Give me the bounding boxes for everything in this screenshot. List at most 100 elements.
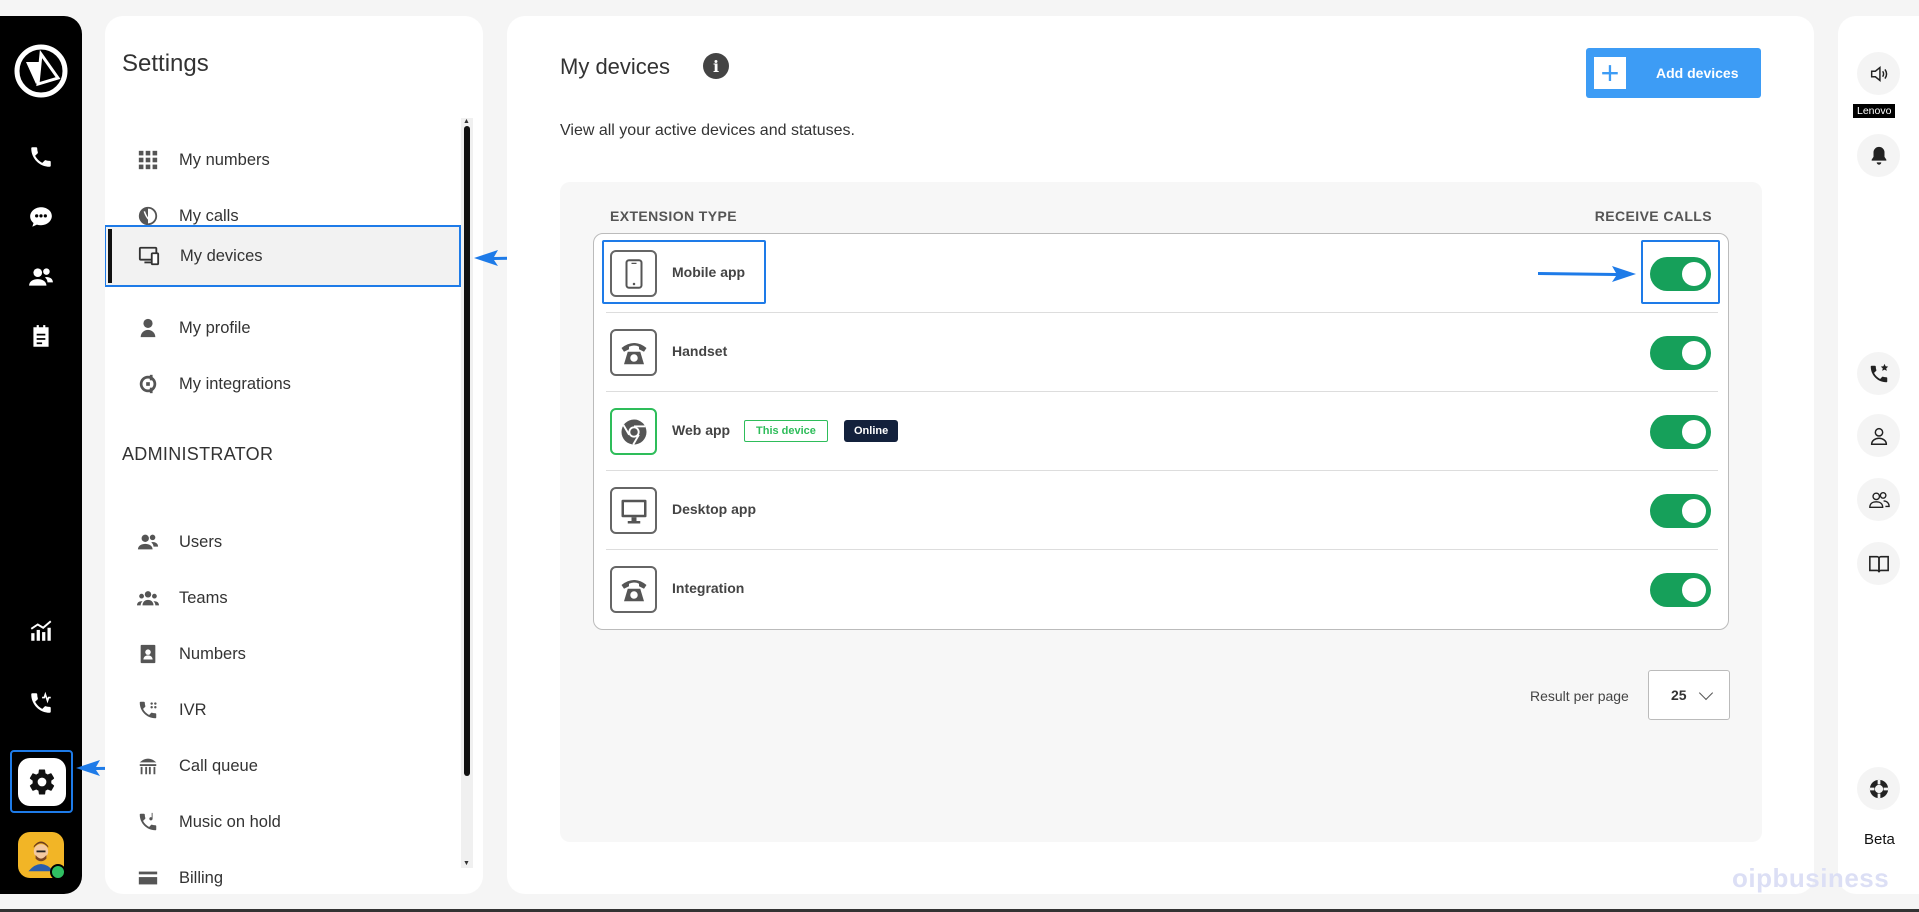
info-icon[interactable]: i <box>703 53 729 79</box>
nav-item-label: IVR <box>179 700 207 719</box>
column-header-receive-calls: RECEIVE CALLS <box>1594 208 1712 224</box>
plus-icon: + <box>1594 57 1626 89</box>
nav-item-my-numbers[interactable]: My numbers <box>105 129 461 191</box>
results-per-page-label: Result per page <box>1530 688 1629 704</box>
device-name: Desktop app <box>672 501 757 517</box>
support-lifebuoy-icon[interactable] <box>1857 767 1900 810</box>
nav-item-call-queue[interactable]: Call queue <box>105 735 461 797</box>
nav-item-billing[interactable]: Billing <box>105 847 461 894</box>
device-name-label: Lenovo <box>1853 104 1896 118</box>
nav-item-teams[interactable]: Teams <box>105 567 461 629</box>
handset-icon <box>610 566 657 613</box>
device-name: Web app <box>672 422 731 438</box>
chrome-icon <box>610 408 657 455</box>
nav-item-label: Users <box>179 532 223 551</box>
call-activity-icon[interactable] <box>26 688 56 718</box>
contacts-icon[interactable] <box>26 262 56 292</box>
admin-section-title: ADMINISTRATOR <box>122 444 274 464</box>
desktop-icon <box>610 487 657 534</box>
nav-item-label: Music on hold <box>179 812 281 831</box>
device-name: Mobile app <box>672 264 746 280</box>
add-devices-button[interactable]: + Add devices <box>1586 48 1761 98</box>
online-status-badge: Online <box>844 420 899 442</box>
nav-item-label: My numbers <box>179 150 270 169</box>
receive-calls-toggle-mobile-app[interactable] <box>1650 257 1711 291</box>
analytics-icon[interactable] <box>26 616 56 646</box>
handset-icon <box>610 329 657 376</box>
nav-item-label: My profile <box>179 318 251 337</box>
contact-book-icon <box>135 641 161 667</box>
device-row-integration: Integration <box>606 550 1718 629</box>
chat-icon[interactable] <box>26 202 56 232</box>
grid-icon <box>135 147 161 173</box>
device-name: Integration <box>672 580 745 596</box>
devices-main-panel: My devices i View all your active device… <box>507 16 1814 894</box>
nav-item-my-devices[interactable]: My devices <box>105 225 461 287</box>
music-hold-icon <box>135 809 161 835</box>
devices-icon <box>136 243 162 269</box>
call-favorite-icon[interactable] <box>1857 352 1900 395</box>
scroll-up-arrow[interactable]: ▲ <box>463 118 470 126</box>
mobile-phone-icon <box>610 250 657 297</box>
device-row-desktop-app: Desktop app <box>606 471 1718 550</box>
nav-item-music-on-hold[interactable]: Music on hold <box>105 791 461 853</box>
users-icon <box>135 529 161 555</box>
nav-item-label: Numbers <box>179 644 246 663</box>
nav-item-label: My integrations <box>179 374 291 393</box>
teams-icon <box>135 585 161 611</box>
results-per-page-value: 25 <box>1671 687 1687 703</box>
brand-watermark: oipbusiness <box>1732 863 1890 893</box>
chevron-down-icon <box>1698 685 1714 701</box>
phone-icon[interactable] <box>26 142 56 172</box>
receive-calls-toggle-handset[interactable] <box>1650 336 1711 370</box>
scroll-down-arrow[interactable]: ▼ <box>463 860 470 868</box>
nav-item-label: Call queue <box>179 756 258 775</box>
settings-scrollbar[interactable]: ▲ ▼ <box>461 118 473 868</box>
settings-title: Settings <box>122 50 209 77</box>
receive-calls-toggle-desktop-app[interactable] <box>1650 494 1711 528</box>
this-device-badge: This device <box>744 420 828 442</box>
nav-item-users[interactable]: Users <box>105 511 461 573</box>
nav-item-my-profile[interactable]: My profile <box>105 297 461 359</box>
book-icon[interactable] <box>1857 542 1900 585</box>
page-title: My devices <box>560 54 671 79</box>
devices-list: Mobile app Handset Web app This device O… <box>593 233 1729 630</box>
annotation-arrow-toggle <box>1538 266 1636 282</box>
card-icon <box>135 865 161 891</box>
column-header-extension-type: EXTENSION TYPE <box>610 208 737 224</box>
receive-calls-toggle-integration[interactable] <box>1650 573 1711 607</box>
settings-button[interactable] <box>10 750 73 813</box>
beta-label: Beta <box>1864 831 1895 848</box>
scrollbar-thumb[interactable] <box>464 126 470 776</box>
gear-icon <box>17 757 66 806</box>
notes-icon[interactable] <box>26 322 56 352</box>
nav-item-label: Teams <box>179 588 228 607</box>
add-devices-label: Add devices <box>1656 65 1739 81</box>
device-row-handset: Handset <box>606 313 1718 392</box>
main-nav-rail <box>0 16 82 894</box>
nav-item-label: My devices <box>180 246 263 265</box>
nav-item-label: My calls <box>179 206 239 225</box>
nav-item-numbers[interactable]: Numbers <box>105 623 461 685</box>
call-queue-icon <box>135 753 161 779</box>
person-icon <box>135 315 161 341</box>
page-description: View all your active devices and statuse… <box>560 122 855 139</box>
user-avatar[interactable] <box>18 832 66 880</box>
ivr-icon <box>135 697 161 723</box>
integrations-icon <box>135 371 161 397</box>
nav-item-ivr[interactable]: IVR <box>105 679 461 741</box>
device-name: Handset <box>672 343 728 359</box>
device-row-web-app: Web app This device Online <box>606 392 1718 471</box>
results-per-page-select[interactable]: 25 <box>1648 670 1730 720</box>
person-outline-icon[interactable] <box>1857 414 1900 457</box>
nav-item-my-integrations[interactable]: My integrations <box>105 353 461 415</box>
online-status-dot <box>50 864 66 880</box>
receive-calls-toggle-web-app[interactable] <box>1650 415 1711 449</box>
speaker-icon[interactable] <box>1857 52 1900 95</box>
bell-icon[interactable] <box>1857 134 1900 177</box>
settings-panel: Settings My numbers My calls My devices … <box>105 16 483 894</box>
right-utility-rail: Lenovo Beta <box>1838 16 1919 894</box>
app-logo[interactable] <box>14 44 68 98</box>
nav-item-label: Billing <box>179 868 224 887</box>
group-outline-icon[interactable] <box>1857 478 1900 521</box>
